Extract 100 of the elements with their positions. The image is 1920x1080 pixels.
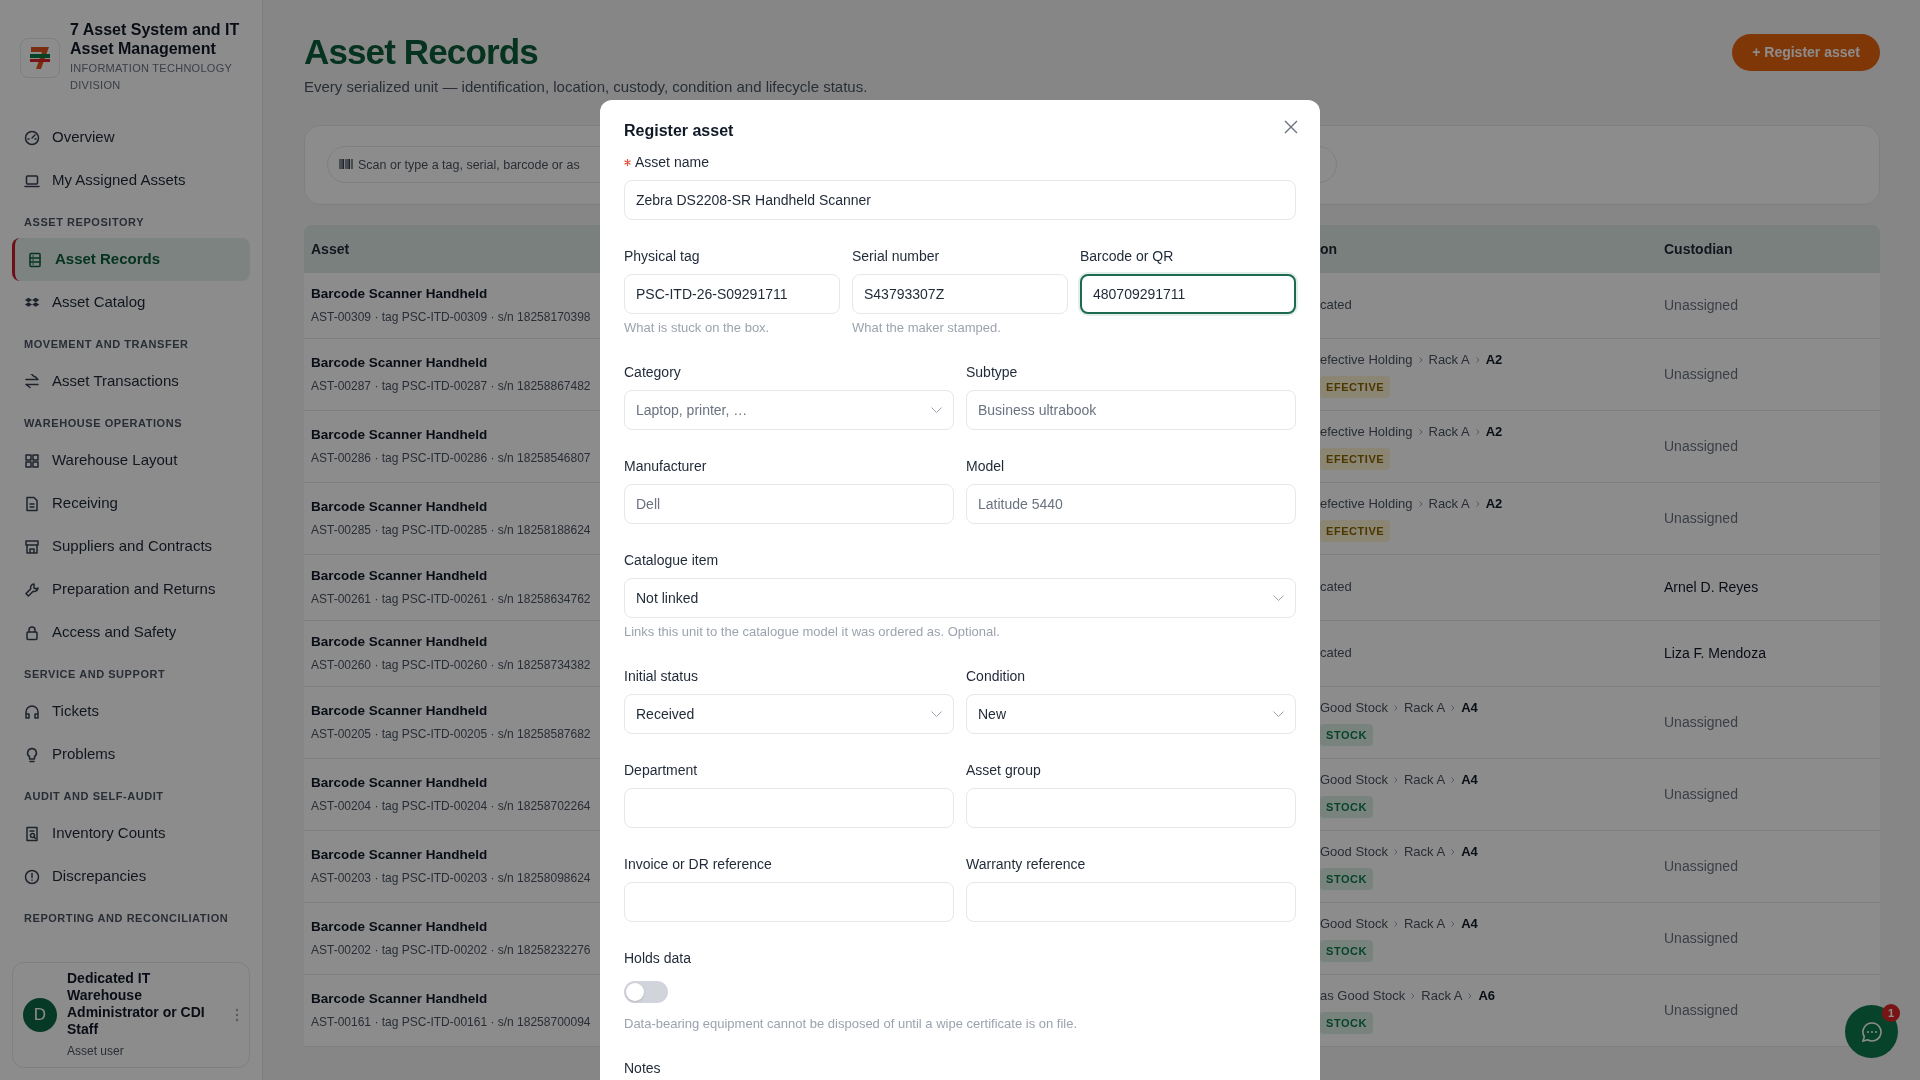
asset-identifiers: AST-00286 · tag PSC-ITD-00286 · s/n 18258546807 — [311, 450, 592, 468]
asset-identifiers: AST-00260 · tag PSC-ITD-00260 · s/n 18258734382 — [311, 657, 592, 675]
location-part: Rack A — [1403, 843, 1446, 861]
location-part: efective Holding — [1320, 351, 1413, 369]
asset-name: Barcode Scanner Handheld — [311, 284, 489, 303]
location-part: Good Stock — [1320, 699, 1388, 717]
field-label: Category — [624, 362, 681, 382]
asset-identifiers: AST-00205 · tag PSC-ITD-00205 · s/n 18258587682 — [311, 726, 592, 744]
avatar: D — [23, 998, 57, 1032]
custodian-name: Unassigned — [1664, 858, 1738, 874]
custodian-name: Unassigned — [1664, 930, 1738, 946]
asset-name: Barcode Scanner Handheld — [311, 701, 489, 720]
asset-identifiers: AST-00204 · tag PSC-ITD-00204 · s/n 18258702264 — [311, 798, 592, 816]
asset-name: Barcode Scanner Handheld — [311, 917, 489, 936]
location-part: Rack A — [1403, 915, 1446, 933]
custodian-name: Unassigned — [1664, 510, 1738, 526]
location-part: A2 — [1485, 351, 1503, 369]
helper-text: What the maker stamped. — [852, 319, 1002, 336]
asset-identifiers: AST-00285 · tag PSC-ITD-00285 · s/n 18258188624 — [311, 522, 592, 540]
location-part: Rack A — [1428, 423, 1470, 441]
page-title: Asset Records — [304, 31, 539, 73]
location-part: Good Stock — [1320, 915, 1388, 933]
asset-name: Barcode Scanner Handheld — [311, 497, 489, 516]
location-part: A6 — [1478, 987, 1496, 1005]
custodian-name: Unassigned — [1664, 297, 1738, 313]
location-part: cated — [1320, 578, 1352, 597]
section-heading: REPORTING AND RECONCILIATION — [23, 910, 230, 926]
field-label: Asset group — [966, 760, 1041, 780]
status-badge: STOCK — [1320, 867, 1374, 890]
asset-name: Barcode Scanner Handheld — [311, 989, 489, 1008]
location-part: A4 — [1461, 699, 1478, 717]
field-label: Notes — [624, 1058, 661, 1078]
helper-text: Data-bearing equipment cannot be disposed of until a wipe certificate is on file. — [624, 1015, 1079, 1032]
custodian-name: Unassigned — [1664, 714, 1738, 730]
asset-name: Barcode Scanner Handheld — [311, 425, 489, 444]
custodian-name: Liza F. Mendoza — [1664, 645, 1766, 661]
field-label: Warranty reference — [966, 854, 1086, 874]
field-label: Department — [624, 760, 698, 780]
section-heading: WAREHOUSE OPERATIONS — [23, 415, 184, 431]
asset-identifiers: AST-00261 · tag PSC-ITD-00261 · s/n 18258634762 — [311, 591, 592, 609]
status-badge: STOCK — [1320, 723, 1374, 746]
field-label: Holds data — [624, 948, 691, 968]
asset-identifiers: AST-00309 · tag PSC-ITD-00309 · s/n 18258170398 — [311, 309, 592, 327]
field-label: Asset name — [635, 152, 709, 172]
custodian-name: Unassigned — [1664, 786, 1738, 802]
asset-identifiers: AST-00202 · tag PSC-ITD-00202 · s/n 18258232276 — [311, 942, 592, 960]
page-subtitle: Every serialized unit — identification, location, custody, condition and lifecycle status. — [304, 77, 868, 97]
custodian-name: Arnel D. Reyes — [1664, 579, 1759, 595]
location-part: efective Holding — [1320, 423, 1413, 441]
field-label: Initial status — [624, 666, 698, 686]
app-subtitle: INFORMATION TECHNOLOGY DIVISION — [70, 61, 233, 93]
field-label: Subtype — [966, 362, 1018, 382]
field-label: Catalogue item — [624, 550, 719, 570]
field-label: Model — [966, 456, 1005, 476]
status-badge: EFECTIVE — [1320, 375, 1391, 398]
field-label: Physical tag — [624, 246, 700, 266]
location-part: A4 — [1461, 915, 1478, 933]
location-part: Rack A — [1428, 351, 1470, 369]
location-part: Rack A — [1403, 771, 1446, 789]
location-part: as Good Stock — [1320, 987, 1406, 1005]
asset-name: Barcode Scanner Handheld — [311, 353, 489, 372]
custodian-name: Unassigned — [1664, 438, 1738, 454]
field-label: Barcode or QR — [1080, 246, 1174, 266]
status-badge: STOCK — [1320, 795, 1374, 818]
asset-identifiers: AST-00161 · tag PSC-ITD-00161 · s/n 18258700094 — [311, 1014, 592, 1032]
asset-name: Barcode Scanner Handheld — [311, 632, 489, 651]
user-role: Asset user — [67, 1043, 125, 1060]
custodian-name: Unassigned — [1664, 366, 1738, 382]
user-name: Dedicated IT Warehouse Administrator or CDI Staff — [67, 970, 206, 1038]
location-part: A4 — [1461, 843, 1478, 861]
asset-name: Barcode Scanner Handheld — [311, 566, 489, 585]
column-header: on — [1320, 240, 1338, 257]
custodian-name: Unassigned — [1664, 1002, 1738, 1018]
field-label: Manufacturer — [624, 456, 707, 476]
field-label: Serial number — [852, 246, 940, 266]
location-part: Good Stock — [1320, 771, 1388, 789]
section-heading: ASSET REPOSITORY — [23, 214, 146, 230]
location-part: A4 — [1461, 771, 1478, 789]
section-heading: AUDIT AND SELF-AUDIT — [23, 788, 165, 804]
status-badge: EFECTIVE — [1320, 519, 1391, 542]
location-part: Good Stock — [1320, 843, 1388, 861]
dialog-title: Register asset — [624, 121, 734, 141]
helper-text: Links this unit to the catalogue model it was ordered as. Optional. — [624, 623, 1001, 640]
asset-identifiers: AST-00287 · tag PSC-ITD-00287 · s/n 18258867482 — [311, 378, 592, 396]
location-part: efective Holding — [1320, 495, 1413, 513]
status-badge: STOCK — [1320, 1011, 1374, 1034]
column-header: Asset — [311, 240, 350, 257]
section-heading: MOVEMENT AND TRANSFER — [23, 336, 190, 352]
status-badge: EFECTIVE — [1320, 447, 1391, 470]
location-part: A2 — [1485, 423, 1503, 441]
app-title: 7 Asset System and IT Asset Management — [70, 20, 241, 58]
field-label: Invoice or DR reference — [624, 854, 772, 874]
location-part: cated — [1320, 296, 1352, 315]
location-part: Rack A — [1403, 699, 1446, 717]
notification-count: 1 — [1882, 1004, 1900, 1022]
section-heading: SERVICE AND SUPPORT — [23, 666, 167, 682]
location-part: cated — [1320, 644, 1352, 663]
location-part: A2 — [1485, 495, 1503, 513]
location-part: Rack A — [1421, 987, 1463, 1005]
field-label: Condition — [966, 666, 1026, 686]
